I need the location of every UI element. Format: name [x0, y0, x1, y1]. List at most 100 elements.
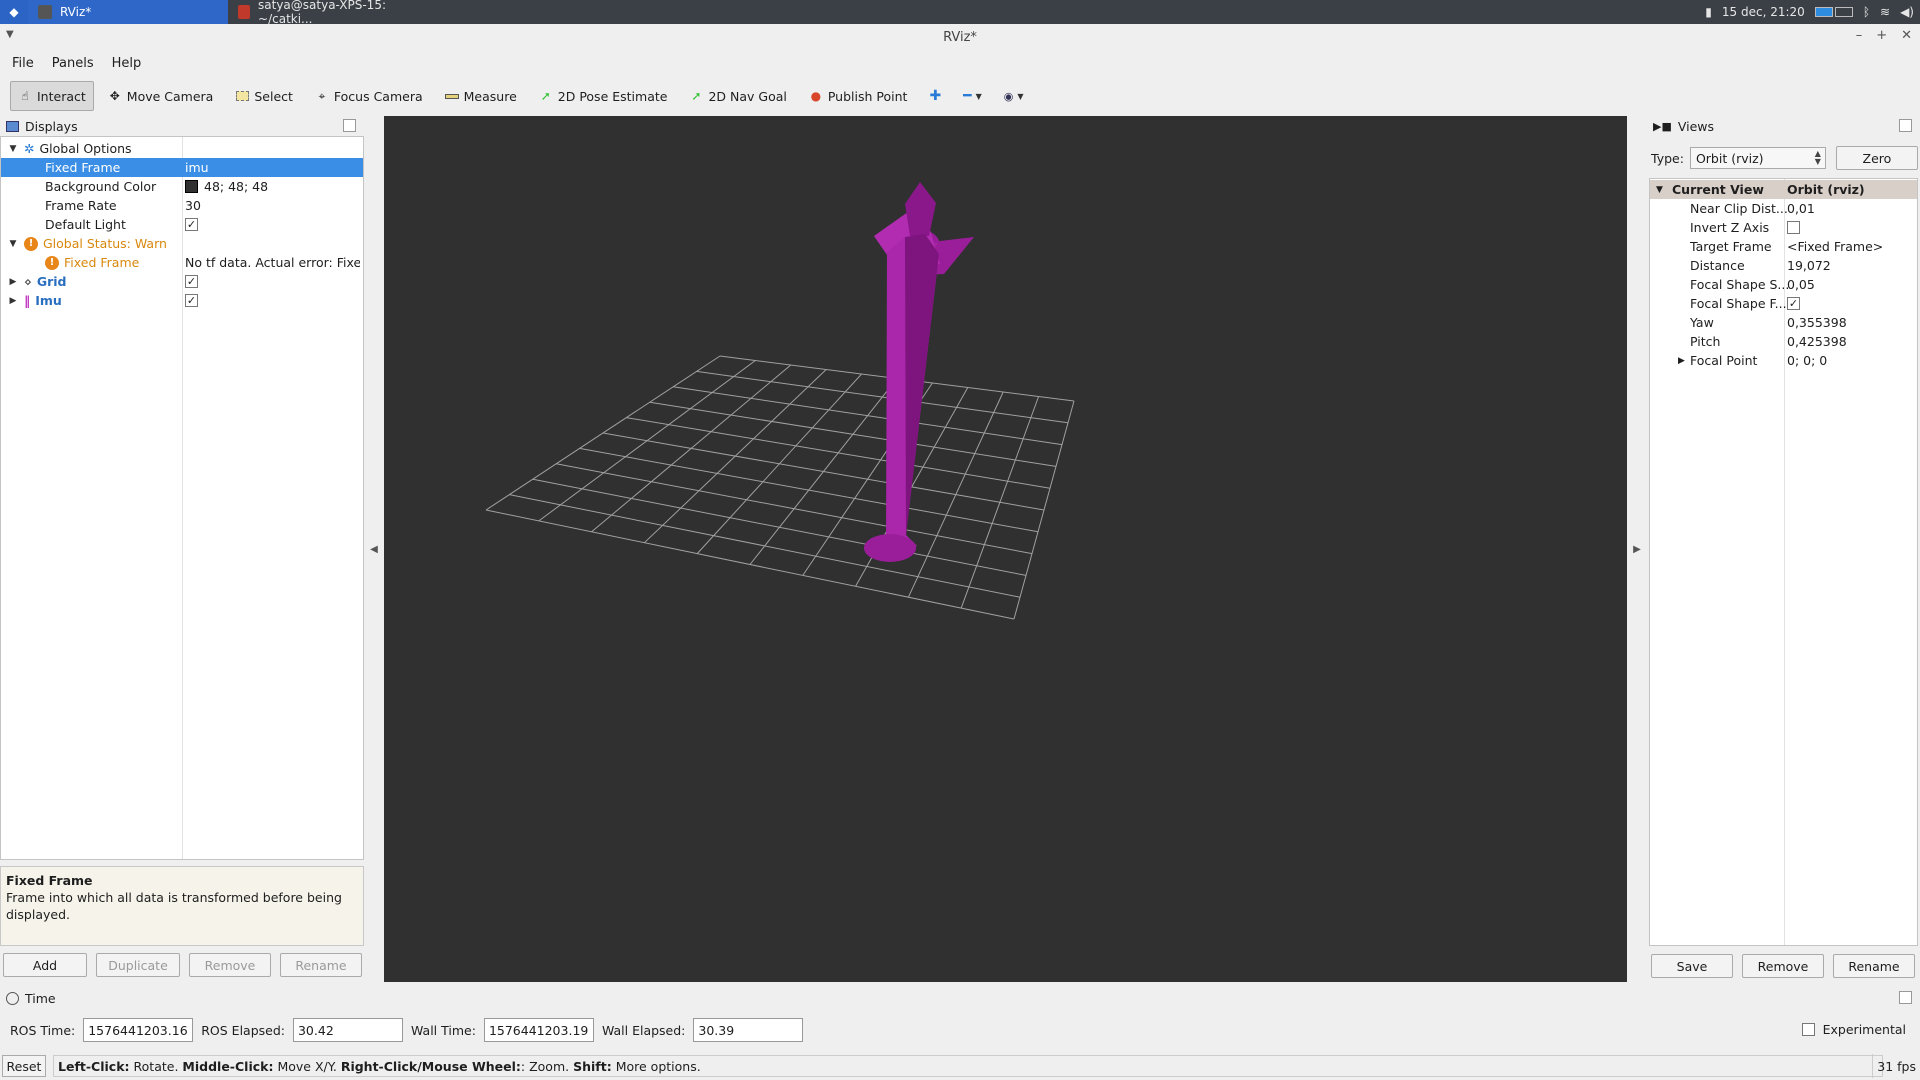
view-prop-row[interactable]: Near Clip Dist... 0,01	[1650, 199, 1917, 218]
tree-row-default-light[interactable]: Default Light ✓	[1, 215, 363, 234]
add-button[interactable]: Add	[3, 953, 87, 977]
tool-select[interactable]: Select	[227, 81, 301, 111]
maximize-icon[interactable]: +	[1876, 28, 1887, 43]
row-label: Yaw	[1690, 315, 1714, 330]
fixed-frame-value[interactable]: imu	[185, 160, 360, 175]
tree-row-fixed-frame[interactable]: Fixed Frame imu	[1, 158, 363, 177]
tool-focus-camera[interactable]: ⌖ Focus Camera	[307, 81, 431, 111]
row-value[interactable]: 0,01	[1787, 201, 1815, 216]
expand-icon[interactable]: ▶	[7, 277, 19, 287]
background-color-value[interactable]: 48; 48; 48	[204, 179, 268, 194]
row-label: Target Frame	[1690, 239, 1772, 254]
rename-button[interactable]: Rename	[280, 953, 362, 977]
view-prop-row[interactable]: Distance 19,072	[1650, 256, 1917, 275]
volume-icon[interactable]: ◀)	[1900, 5, 1914, 19]
menu-panels[interactable]: Panels	[52, 56, 94, 71]
default-light-checkbox[interactable]: ✓	[185, 218, 198, 231]
row-value[interactable]: <Fixed Frame>	[1787, 239, 1883, 254]
tool-move-camera[interactable]: ✥ Move Camera	[100, 81, 222, 111]
tree-row-background-color[interactable]: Background Color 48; 48; 48	[1, 177, 363, 196]
remove-tool-button[interactable]: ━ ▼	[955, 81, 990, 111]
row-value[interactable]: 0,05	[1787, 277, 1815, 292]
save-button[interactable]: Save	[1651, 954, 1733, 978]
tool-interact[interactable]: ☝ Interact	[10, 81, 94, 111]
view-type-value: Orbit (rviz)	[1695, 150, 1764, 166]
undock-button[interactable]	[343, 119, 356, 132]
row-label: Current View	[1672, 182, 1764, 197]
invert-z-checkbox[interactable]	[1787, 221, 1800, 234]
view-prop-row[interactable]: Focal Shape F... ✓	[1650, 294, 1917, 313]
wall-time-field[interactable]: 1576441203.19	[483, 1018, 594, 1042]
collapse-icon[interactable]: ▼	[7, 239, 19, 249]
row-value: Orbit (rviz)	[1787, 182, 1865, 197]
tool-measure[interactable]: Measure	[437, 81, 525, 111]
tree-row-frame-rate[interactable]: Frame Rate 30	[1, 196, 363, 215]
status-value: : Zoom.	[520, 1058, 570, 1074]
experimental-toggle[interactable]: Experimental	[1801, 1022, 1906, 1037]
view-prop-row[interactable]: Invert Z Axis	[1650, 218, 1917, 237]
color-swatch[interactable]	[185, 180, 198, 193]
undock-button[interactable]	[1899, 119, 1912, 132]
window-menu-icon[interactable]: ▼	[6, 29, 14, 40]
rename-view-button[interactable]: Rename	[1833, 954, 1915, 978]
experimental-checkbox[interactable]	[1801, 1023, 1815, 1036]
zero-button[interactable]: Zero	[1835, 146, 1918, 170]
expand-icon[interactable]: ▶	[7, 296, 19, 306]
camera-type-button[interactable]: ◉ ▼	[996, 81, 1032, 111]
tree-row-global-options[interactable]: ▼ ✲ Global Options	[1, 139, 363, 158]
row-value[interactable]: 19,072	[1787, 258, 1831, 273]
current-view-row[interactable]: ▼ Current View Orbit (rviz)	[1650, 180, 1917, 199]
row-value[interactable]: 0,355398	[1787, 315, 1847, 330]
status-key: Shift:	[573, 1058, 612, 1074]
collapse-icon[interactable]: ▼	[7, 144, 19, 154]
statusbar: Reset Left-Click: Rotate. Middle-Click: …	[0, 1054, 1920, 1078]
close-icon[interactable]: ✕	[1901, 28, 1912, 43]
ros-elapsed-field[interactable]: 30.42	[292, 1018, 403, 1042]
remove-view-button[interactable]: Remove	[1742, 954, 1824, 978]
frame-rate-value[interactable]: 30	[185, 198, 360, 213]
view-prop-row[interactable]: Pitch 0,425398	[1650, 332, 1917, 351]
row-value[interactable]: 0,425398	[1787, 334, 1847, 349]
tool-publish-point[interactable]: ● Publish Point	[801, 81, 916, 111]
tree-row-imu[interactable]: ▶ ‖ Imu ✓	[1, 291, 363, 310]
menu-help[interactable]: Help	[112, 56, 142, 71]
view-type-select[interactable]: Orbit (rviz) ▲ ▼	[1689, 147, 1826, 169]
grid-checkbox[interactable]: ✓	[185, 275, 198, 288]
reset-button[interactable]: Reset	[2, 1055, 46, 1077]
bluetooth-icon[interactable]: ᛒ	[1863, 5, 1870, 19]
scene-render[interactable]	[384, 116, 1627, 982]
tree-row-status-fixed-frame[interactable]: ! Fixed Frame No tf data. Actual error: …	[1, 253, 363, 272]
add-tool-button[interactable]: ✚	[921, 81, 949, 111]
focal-shape-fixed-checkbox[interactable]: ✓	[1787, 297, 1800, 310]
task-terminal[interactable]: satya@satya-XPS-15: ~/catki...	[228, 0, 428, 26]
view-prop-row[interactable]: Yaw 0,355398	[1650, 313, 1917, 332]
minimize-icon[interactable]: –	[1856, 28, 1863, 43]
duplicate-button[interactable]: Duplicate	[96, 953, 180, 977]
tool-2d-pose-estimate[interactable]: ➚ 2D Pose Estimate	[531, 81, 676, 111]
collapse-icon[interactable]: ▼	[1656, 185, 1663, 195]
right-splitter-handle[interactable]: ▶	[1627, 116, 1647, 982]
imu-checkbox[interactable]: ✓	[185, 294, 198, 307]
tree-row-grid[interactable]: ▶ ⋄ Grid ✓	[1, 272, 363, 291]
tool-2d-nav-goal[interactable]: ➚ 2D Nav Goal	[681, 81, 794, 111]
task-rviz[interactable]: RViz*	[28, 0, 228, 24]
clock[interactable]: 15 dec, 21:20	[1722, 5, 1805, 19]
expand-icon[interactable]: ▶	[1678, 356, 1685, 366]
undock-button[interactable]	[1899, 991, 1912, 1004]
tree-row-global-status[interactable]: ▼ ! Global Status: Warn	[1, 234, 363, 253]
start-menu-button[interactable]: ◆	[0, 0, 28, 24]
row-label: Fixed Frame	[45, 160, 121, 175]
menu-file[interactable]: File	[12, 56, 34, 71]
row-value[interactable]: 0; 0; 0	[1787, 353, 1827, 368]
view-prop-row[interactable]: ▶ Focal Point 0; 0; 0	[1650, 351, 1917, 370]
view-prop-row[interactable]: Focal Shape S... 0,05	[1650, 275, 1917, 294]
ros-time-field[interactable]: 1576441203.16	[83, 1018, 194, 1042]
remove-button[interactable]: Remove	[189, 953, 271, 977]
3d-viewport[interactable]	[384, 116, 1627, 982]
workspace-switcher[interactable]	[1814, 7, 1853, 17]
view-prop-row[interactable]: Target Frame <Fixed Frame>	[1650, 237, 1917, 256]
battery-icon[interactable]: ▮	[1705, 5, 1712, 19]
wifi-icon[interactable]: ≋	[1880, 5, 1890, 19]
wall-elapsed-field[interactable]: 30.39	[693, 1018, 804, 1042]
left-splitter-handle[interactable]: ◀	[364, 116, 384, 982]
